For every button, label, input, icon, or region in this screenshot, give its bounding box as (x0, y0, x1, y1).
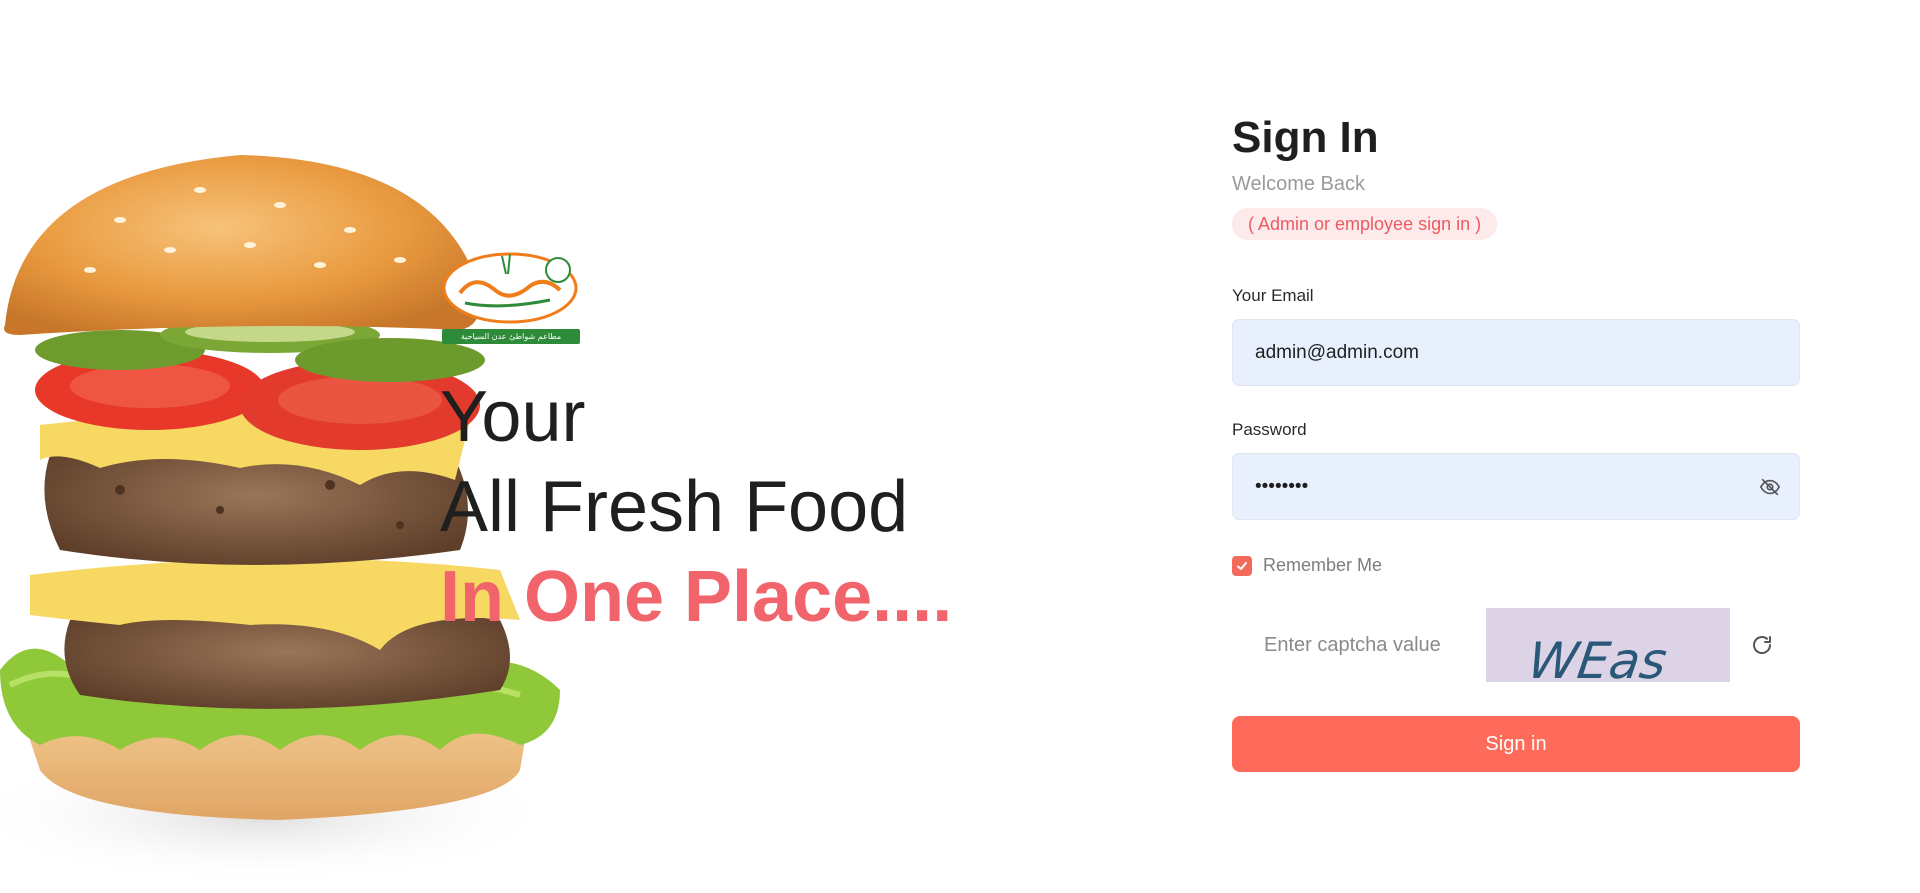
check-icon (1237, 561, 1247, 570)
captcha-image: WEas (1486, 608, 1730, 682)
password-label: Password (1232, 420, 1307, 439)
eye-off-icon[interactable] (1759, 476, 1781, 498)
role-badge: ( Admin or employee sign in ) (1232, 208, 1498, 240)
email-input-box (1232, 319, 1800, 386)
hero-headline: Your All Fresh Food In One Place.... (440, 372, 952, 642)
remember-row: Remember Me (1232, 555, 1800, 576)
password-input-box (1232, 453, 1800, 520)
headline-line-2: All Fresh Food (440, 467, 909, 547)
captcha-row: WEas (1232, 608, 1800, 682)
remember-checkbox[interactable] (1232, 555, 1252, 576)
refresh-icon[interactable] (1750, 633, 1774, 657)
password-group: Password (1232, 420, 1800, 520)
login-page: مطاعم شواطئ عدن السياحية Your All Fresh … (0, 0, 1920, 893)
signin-form: Sign In Welcome Back ( Admin or employee… (1232, 108, 1800, 772)
captcha-input[interactable] (1232, 608, 1486, 682)
signin-button[interactable]: Sign in (1232, 716, 1800, 772)
form-subtitle: Welcome Back (1232, 173, 1366, 195)
headline-line-1: Your (440, 377, 586, 457)
email-group: Your Email (1232, 286, 1800, 386)
form-title: Sign In (1232, 113, 1379, 162)
email-input[interactable] (1233, 320, 1799, 385)
headline-line-3: In One Place.... (440, 557, 953, 637)
password-input[interactable] (1233, 454, 1799, 519)
captcha-text: WEas (1524, 631, 1670, 682)
remember-label: Remember Me (1263, 555, 1383, 575)
hero-section: مطاعم شواطئ عدن السياحية Your All Fresh … (0, 0, 1100, 893)
email-label: Your Email (1232, 286, 1314, 305)
logo-caption: مطاعم شواطئ عدن السياحية (442, 329, 580, 344)
